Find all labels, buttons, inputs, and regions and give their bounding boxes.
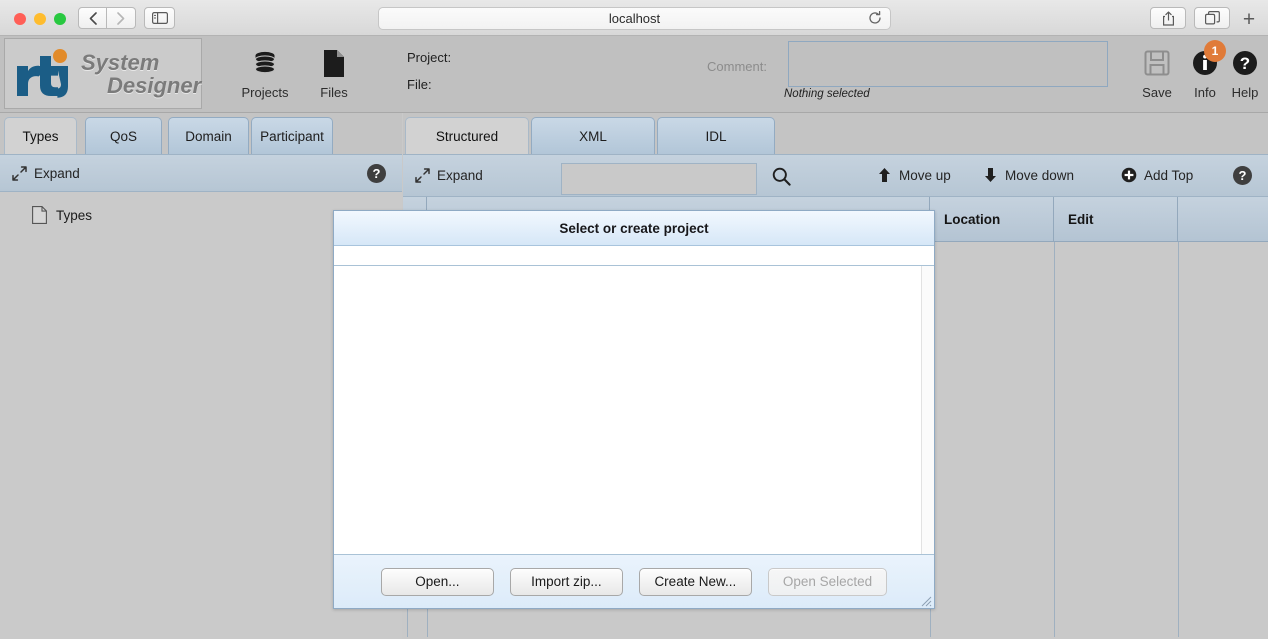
tab-types[interactable]: Types: [4, 117, 77, 154]
move-down-label: Move down: [1005, 167, 1075, 183]
browser-toolbar: localhost +: [0, 0, 1268, 36]
comment-input[interactable]: [788, 41, 1108, 87]
file-icon: [32, 206, 47, 224]
open-selected-button[interactable]: Open Selected: [767, 567, 888, 596]
sidebar-toggle-button[interactable]: [144, 7, 175, 29]
toolbar-projects-button[interactable]: Projects: [232, 44, 298, 100]
maximize-window-button[interactable]: [54, 13, 66, 25]
toolbar-files-label: Files: [320, 85, 348, 100]
file-icon: [301, 44, 367, 82]
tab-xml-label: XML: [579, 128, 607, 144]
sidebar-toggle-icon: [151, 12, 168, 24]
tab-qos-label: QoS: [109, 128, 137, 144]
file-label: File:: [407, 77, 432, 92]
tabs-overview-icon: [1204, 11, 1220, 25]
dialog-project-list[interactable]: [334, 266, 934, 554]
search-input[interactable]: [561, 163, 757, 195]
app-logo-line2: Designer: [107, 72, 202, 98]
dialog-button-bar: Open... Import zip... Create New... Open…: [334, 554, 934, 608]
create-new-button[interactable]: Create New...: [638, 567, 752, 596]
dialog-title: Select or create project: [559, 220, 709, 236]
move-up-button[interactable]: Move up: [877, 167, 951, 183]
plus-circle-icon: [1121, 167, 1137, 183]
resize-grip-icon[interactable]: [918, 593, 932, 607]
arrow-up-icon: [879, 168, 890, 182]
left-subtoolbar: Expand ?: [0, 154, 402, 192]
right-expand-button[interactable]: Expand: [415, 168, 483, 183]
expand-arrows-icon: [12, 165, 27, 181]
svg-text:?: ?: [1240, 54, 1250, 73]
right-help-icon[interactable]: ?: [1233, 166, 1252, 185]
tab-idl[interactable]: IDL: [657, 117, 775, 154]
right-tabstrip: Structured XML IDL: [403, 113, 1268, 154]
tab-participant[interactable]: Participant: [251, 117, 333, 154]
expand-arrows-icon: [415, 168, 430, 183]
question-circle-icon: ?: [1212, 44, 1268, 82]
database-icon: [232, 44, 298, 82]
dialog-list-scrollbar[interactable]: [921, 266, 934, 554]
table-header-edit[interactable]: Edit: [1054, 197, 1178, 242]
table-header-end: [1178, 197, 1268, 242]
tree-item-types-label: Types: [56, 207, 93, 223]
tab-domain-label: Domain: [185, 128, 232, 144]
left-expand-label: Expand: [34, 165, 80, 181]
tab-idl-label: IDL: [705, 128, 727, 144]
url-bar[interactable]: localhost: [378, 7, 891, 30]
app-logo-text: System Designer: [81, 51, 201, 97]
open-button[interactable]: Open...: [380, 567, 494, 596]
forward-button[interactable]: [107, 7, 136, 29]
project-file-info: Project: File:: [407, 50, 451, 104]
comment-status-text: Nothing selected: [784, 88, 870, 100]
browser-right-buttons: [1150, 7, 1230, 29]
app-logo: System Designer: [4, 38, 202, 109]
window-traffic-lights: [14, 13, 66, 25]
app-toolbar: System Designer Projects Files Project: …: [0, 36, 1268, 113]
dialog-toolbar-strip: [334, 246, 934, 266]
dialog-title-bar: Select or create project: [334, 211, 934, 246]
new-tab-button[interactable]: +: [1236, 8, 1262, 32]
tab-qos[interactable]: QoS: [85, 117, 162, 154]
left-expand-button[interactable]: Expand: [12, 166, 80, 181]
toolbar-help-label: Help: [1231, 85, 1259, 100]
table-header-location[interactable]: Location: [930, 197, 1054, 242]
share-button[interactable]: [1150, 7, 1186, 29]
import-zip-button[interactable]: Import zip...: [509, 567, 623, 596]
arrow-down-icon: [985, 168, 996, 182]
app-root: localhost + System Designer Projects Fil…: [0, 0, 1268, 639]
minimize-window-button[interactable]: [34, 13, 46, 25]
toolbar-help-button[interactable]: ? Help: [1212, 44, 1268, 100]
add-top-label: Add Top: [1144, 167, 1194, 183]
tab-domain[interactable]: Domain: [168, 117, 249, 154]
move-down-button[interactable]: Move down: [983, 167, 1074, 183]
close-window-button[interactable]: [14, 13, 26, 25]
rti-logo-icon: [17, 48, 68, 98]
app-logo-line1: System: [81, 49, 160, 75]
reload-icon[interactable]: [868, 10, 882, 28]
toolbar-projects-label: Projects: [241, 85, 289, 100]
project-label: Project:: [407, 50, 452, 65]
comment-label: Comment:: [707, 59, 767, 74]
tabs-overview-button[interactable]: [1194, 7, 1230, 29]
back-button[interactable]: [78, 7, 107, 29]
navigation-buttons: [78, 7, 136, 29]
left-help-icon[interactable]: ?: [367, 163, 386, 183]
toolbar-files-button[interactable]: Files: [301, 44, 367, 100]
right-subtoolbar: Expand Move up Move down Add Top ?: [403, 154, 1268, 197]
tab-types-label: Types: [22, 128, 59, 144]
chevron-left-icon: [89, 11, 97, 25]
url-text: localhost: [608, 11, 661, 26]
select-or-create-project-dialog: Select or create project Open... Import …: [333, 210, 935, 609]
move-up-label: Move up: [899, 167, 951, 183]
right-expand-label: Expand: [437, 168, 483, 183]
tab-participant-label: Participant: [260, 128, 324, 144]
search-icon[interactable]: [772, 167, 791, 191]
chevron-right-icon: [117, 11, 125, 25]
left-tabstrip: Types QoS Domain Participant: [0, 113, 402, 154]
tab-structured[interactable]: Structured: [405, 117, 529, 154]
tab-structured-label: Structured: [435, 128, 499, 144]
share-icon: [1162, 10, 1174, 26]
tab-xml[interactable]: XML: [531, 117, 655, 154]
add-top-button[interactable]: Add Top: [1121, 167, 1193, 183]
